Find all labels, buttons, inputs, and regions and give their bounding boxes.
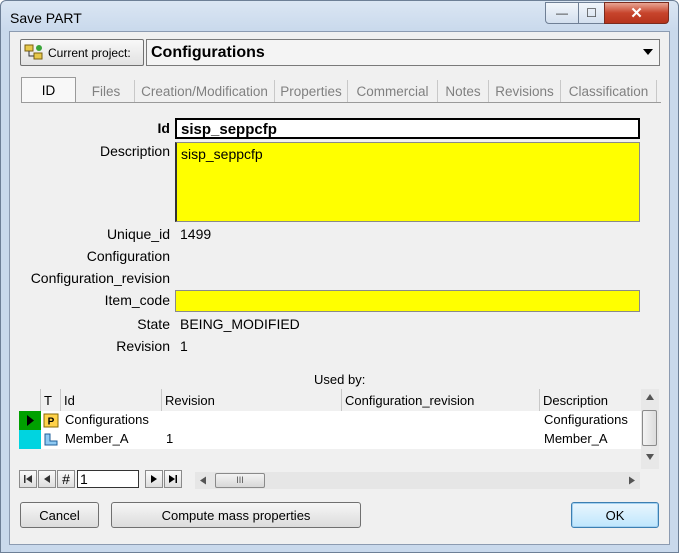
scroll-up-icon[interactable] bbox=[645, 393, 655, 401]
revision-label: Revision bbox=[116, 338, 170, 354]
scroll-left-icon[interactable] bbox=[199, 476, 207, 485]
tab-label: Commercial bbox=[356, 83, 429, 99]
save-part-window: Save PART — ☐ ✕ Current project: Configu… bbox=[0, 0, 679, 553]
revision-value: 1 bbox=[180, 338, 188, 354]
item-code-label: Item_code bbox=[104, 292, 170, 308]
column-header-id[interactable]: Id bbox=[61, 389, 162, 411]
minimize-button[interactable]: — bbox=[545, 2, 579, 24]
part-icon bbox=[44, 433, 58, 446]
tab-label: Revisions bbox=[495, 83, 554, 99]
id-label: Id bbox=[157, 120, 170, 136]
column-header-t[interactable]: T bbox=[41, 389, 61, 411]
cancel-button[interactable]: Cancel bbox=[20, 502, 99, 528]
description-label: Description bbox=[99, 143, 170, 159]
maximize-button[interactable]: ☐ bbox=[578, 2, 605, 24]
tab-id[interactable]: ID bbox=[21, 77, 76, 103]
tab-label: Creation/Modification bbox=[141, 83, 268, 99]
close-icon: ✕ bbox=[630, 5, 643, 22]
row-pointer-icon bbox=[27, 415, 34, 426]
first-record-button[interactable] bbox=[19, 470, 37, 488]
horizontal-scrollbar[interactable]: III bbox=[195, 472, 640, 489]
tab-divider bbox=[21, 102, 661, 103]
compute-mass-properties-button[interactable]: Compute mass properties bbox=[111, 502, 361, 528]
table-row[interactable]: P Configurations Configurations bbox=[19, 411, 641, 430]
horizontal-scroll-thumb[interactable]: III bbox=[215, 473, 265, 488]
table-row[interactable]: Member_A 1 Member_A bbox=[19, 430, 641, 449]
tab-commercial[interactable]: Commercial bbox=[348, 80, 438, 102]
tab-revisions[interactable]: Revisions bbox=[489, 80, 561, 102]
description-field[interactable]: sisp_seppcfp bbox=[175, 142, 640, 222]
ok-button[interactable]: OK bbox=[571, 502, 659, 528]
column-header-indicator bbox=[19, 389, 41, 411]
unique-id-value: 1499 bbox=[180, 226, 212, 242]
configuration-revision-label: Configuration_revision bbox=[30, 270, 170, 286]
project-select[interactable]: Configurations bbox=[146, 39, 660, 66]
column-header-revision[interactable]: Revision bbox=[162, 389, 342, 411]
tab-label: ID bbox=[41, 83, 56, 98]
tab-label: Notes bbox=[445, 83, 481, 99]
chevron-down-icon bbox=[643, 49, 653, 55]
tab-label: Files bbox=[91, 83, 121, 99]
row-description: Member_A bbox=[544, 431, 608, 446]
current-project-label: Current project: bbox=[48, 45, 131, 60]
used-by-grid: T Id Revision Configuration_revision Des… bbox=[19, 389, 659, 469]
next-icon bbox=[151, 475, 157, 483]
row-indicator bbox=[19, 430, 41, 449]
svg-text:P: P bbox=[48, 417, 55, 428]
row-revision: 1 bbox=[166, 431, 174, 446]
record-number-marker: # bbox=[57, 470, 75, 488]
state-value: BEING_MODIFIED bbox=[180, 316, 300, 332]
tab-creation-modification[interactable]: Creation/Modification bbox=[135, 80, 275, 102]
last-icon bbox=[169, 475, 177, 483]
tab-notes[interactable]: Notes bbox=[438, 80, 489, 102]
row-id: Member_A bbox=[65, 431, 129, 446]
scroll-down-icon[interactable] bbox=[645, 453, 655, 461]
row-description: Configurations bbox=[544, 412, 628, 427]
tab-label: Properties bbox=[280, 83, 342, 99]
current-project-button[interactable]: Current project: bbox=[20, 39, 144, 66]
tab-classification[interactable]: Classification bbox=[561, 80, 657, 102]
title-bar[interactable]: Save PART — ☐ ✕ bbox=[1, 1, 678, 31]
scroll-right-icon[interactable] bbox=[628, 476, 636, 485]
vertical-scroll-thumb[interactable] bbox=[642, 410, 657, 446]
unique-id-label: Unique_id bbox=[106, 226, 170, 242]
configuration-label: Configuration bbox=[86, 248, 170, 264]
maximize-icon: ☐ bbox=[586, 6, 597, 20]
tab-label: Classification bbox=[568, 83, 649, 99]
row-id: Configurations bbox=[65, 412, 149, 427]
tab-bar: ID Files Creation/Modification Propertie… bbox=[21, 77, 661, 103]
tab-properties[interactable]: Properties bbox=[275, 80, 348, 102]
used-by-title: Used by: bbox=[314, 372, 366, 387]
previous-record-button[interactable] bbox=[38, 470, 56, 488]
item-code-field[interactable] bbox=[175, 290, 640, 312]
previous-icon bbox=[44, 475, 50, 483]
current-row-indicator bbox=[19, 411, 41, 430]
project-select-value: Configurations bbox=[151, 43, 265, 61]
project-tree-icon bbox=[24, 44, 43, 59]
first-icon bbox=[24, 475, 32, 483]
column-header-description[interactable]: Description bbox=[540, 389, 641, 411]
id-field[interactable]: sisp_seppcfp bbox=[175, 118, 640, 139]
window-title: Save PART bbox=[10, 10, 82, 26]
last-record-button[interactable] bbox=[164, 470, 182, 488]
column-header-configuration-revision[interactable]: Configuration_revision bbox=[342, 389, 540, 411]
project-p-icon: P bbox=[43, 413, 59, 428]
minimize-icon: — bbox=[556, 6, 568, 20]
tab-files[interactable]: Files bbox=[78, 80, 135, 102]
dialog-client-area: Current project: Configurations ID Files… bbox=[9, 31, 670, 545]
hash-sign: # bbox=[62, 471, 70, 487]
close-button[interactable]: ✕ bbox=[604, 2, 669, 24]
record-number-input[interactable]: 1 bbox=[77, 470, 139, 488]
vertical-scrollbar[interactable] bbox=[641, 389, 659, 469]
state-label: State bbox=[137, 316, 170, 332]
next-record-button[interactable] bbox=[145, 470, 163, 488]
